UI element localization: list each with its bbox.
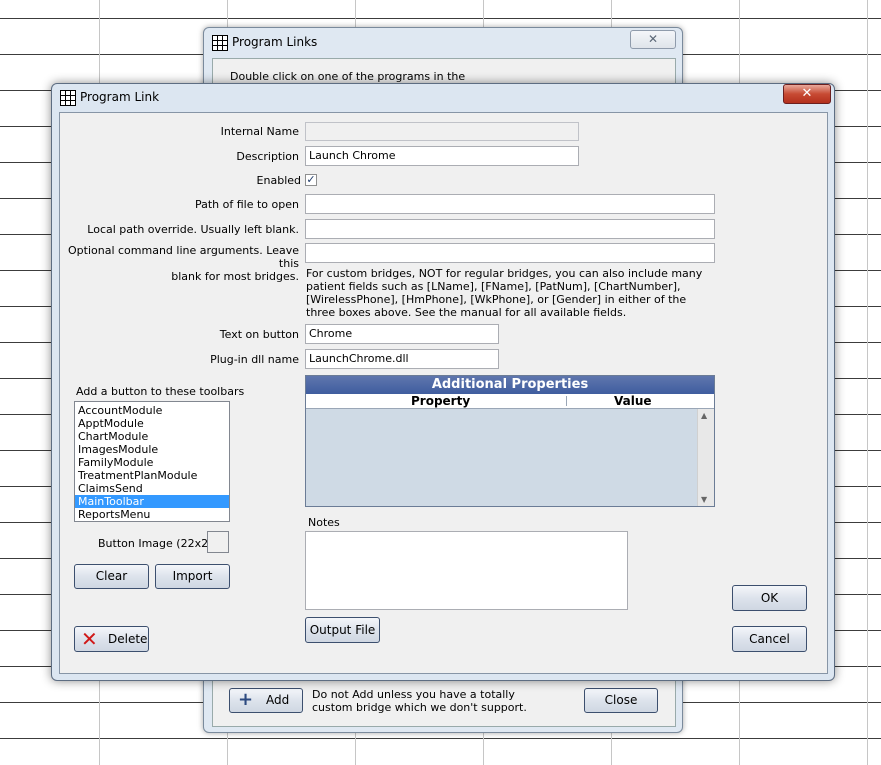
add-note-line2: custom bridge which we don't support. (312, 701, 527, 714)
toolbars-listbox[interactable]: AccountModule ApptModule ChartModule Ima… (74, 401, 230, 522)
description-label: Description (236, 150, 299, 163)
args-label-line2: blank for most bridges. (171, 270, 299, 283)
list-item[interactable]: ClaimsSend (75, 482, 229, 495)
internal-name-label: Internal Name (220, 125, 299, 138)
local-path-label: Local path override. Usually left blank. (87, 223, 299, 236)
add-button[interactable]: + Add (229, 688, 303, 713)
plus-icon: + (238, 689, 254, 710)
notes-textarea[interactable] (305, 531, 628, 610)
ok-button[interactable]: OK (732, 585, 807, 611)
plugin-field[interactable]: LaunchChrome.dll (305, 349, 499, 369)
list-item[interactable]: ChartModule (75, 430, 229, 443)
add-note-line1: Do not Add unless you have a totally (312, 688, 515, 701)
grid-app-icon (60, 90, 76, 106)
additional-properties-grid[interactable]: Additional Properties Property Value ▲ ▼ (305, 375, 715, 507)
grid-app-icon (212, 35, 228, 51)
column-divider (566, 396, 567, 406)
add-button-label: Add (266, 693, 290, 707)
list-item[interactable]: TreatmentPlanModule (75, 469, 229, 482)
args-label: Optional command line arguments. Leave t… (62, 244, 299, 283)
list-item[interactable]: ReportsMenu (75, 508, 229, 521)
instruction-text: Double click on one of the programs in t… (230, 70, 466, 83)
grid-header: Property Value (306, 394, 714, 409)
grid-title: Additional Properties (306, 376, 714, 394)
list-item[interactable]: AccountModule (75, 404, 229, 417)
delete-x-icon: ✕ (81, 627, 98, 651)
args-field[interactable] (305, 243, 715, 263)
cancel-button[interactable]: Cancel (732, 626, 807, 652)
button-image-preview (207, 531, 229, 553)
scroll-up-icon[interactable]: ▲ (701, 411, 707, 420)
scroll-down-icon[interactable]: ▼ (701, 495, 707, 504)
args-label-line1: Optional command line arguments. Leave t… (68, 244, 299, 270)
path-field[interactable] (305, 194, 715, 214)
add-note: Do not Add unless you have a totally cus… (312, 688, 527, 714)
column-header-value[interactable]: Value (614, 394, 652, 408)
close-window-button[interactable]: ✕ (630, 30, 676, 49)
dialog-title: Program Link (80, 90, 160, 104)
list-item[interactable]: ImagesModule (75, 443, 229, 456)
close-dialog-button[interactable]: ✕ (783, 84, 831, 104)
description-field[interactable]: Launch Chrome (305, 146, 579, 166)
button-text-field[interactable]: Chrome (305, 324, 499, 344)
custom-bridge-note: For custom bridges, NOT for regular brid… (306, 267, 703, 319)
button-text-label: Text on button (219, 328, 299, 341)
checkmark-icon: ✓ (306, 173, 316, 186)
enabled-label: Enabled (256, 174, 301, 187)
window-title: Program Links (232, 35, 318, 49)
internal-name-field[interactable] (305, 122, 579, 141)
button-image-label: Button Image (22x22) (98, 537, 220, 550)
clear-button[interactable]: Clear (74, 564, 149, 589)
list-item-selected[interactable]: MainToolbar (75, 495, 229, 508)
path-label: Path of file to open (194, 198, 299, 211)
delete-button[interactable]: ✕ Delete (74, 626, 149, 652)
list-item[interactable]: FamilyModule (75, 456, 229, 469)
enabled-checkbox[interactable]: ✓ (305, 174, 317, 186)
grid-scrollbar[interactable]: ▲ ▼ (697, 409, 714, 506)
delete-button-label: Delete (108, 632, 148, 646)
column-header-property[interactable]: Property (411, 394, 470, 408)
toolbars-label: Add a button to these toolbars (76, 385, 245, 398)
close-button[interactable]: Close (584, 688, 658, 713)
plugin-label: Plug-in dll name (210, 353, 299, 366)
local-path-field[interactable] (305, 219, 715, 239)
list-item[interactable]: ApptModule (75, 417, 229, 430)
output-file-button[interactable]: Output File (305, 617, 380, 643)
notes-label: Notes (308, 516, 340, 529)
import-button[interactable]: Import (155, 564, 230, 589)
